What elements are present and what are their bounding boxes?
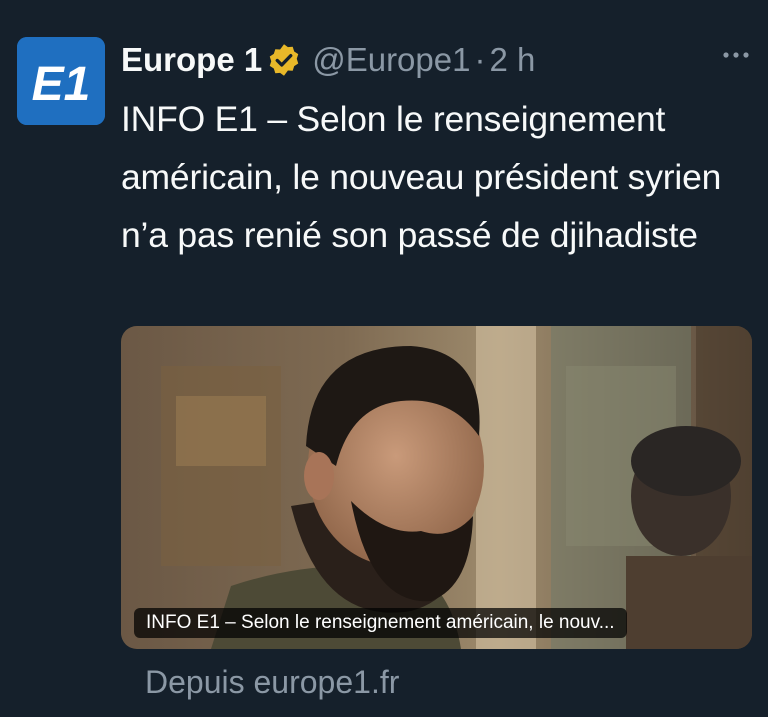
handle[interactable]: @Europe1 bbox=[312, 41, 470, 79]
tweet[interactable]: E1 Europe 1 @Europe1 · 2 h INFO E1 – Sel… bbox=[0, 0, 768, 717]
avatar[interactable]: E1 bbox=[17, 37, 105, 125]
more-horizontal-icon[interactable] bbox=[716, 40, 756, 70]
link-card[interactable]: INFO E1 – Selon le renseignement américa… bbox=[121, 326, 752, 649]
tweet-text: INFO E1 – Selon le renseignement américa… bbox=[121, 99, 722, 255]
separator-dot: · bbox=[474, 41, 486, 78]
verified-badge-icon[interactable] bbox=[266, 42, 302, 78]
display-name[interactable]: Europe 1 bbox=[121, 41, 262, 79]
europe1-logo-icon: E1 bbox=[17, 37, 105, 125]
tweet-header: Europe 1 @Europe1 · 2 h bbox=[121, 36, 535, 84]
timestamp[interactable]: 2 h bbox=[489, 41, 535, 79]
card-caption: INFO E1 – Selon le renseignement américa… bbox=[134, 608, 627, 638]
card-source-link[interactable]: Depuis europe1.fr bbox=[145, 658, 399, 706]
card-image bbox=[121, 326, 752, 649]
svg-text:E1: E1 bbox=[32, 58, 91, 111]
